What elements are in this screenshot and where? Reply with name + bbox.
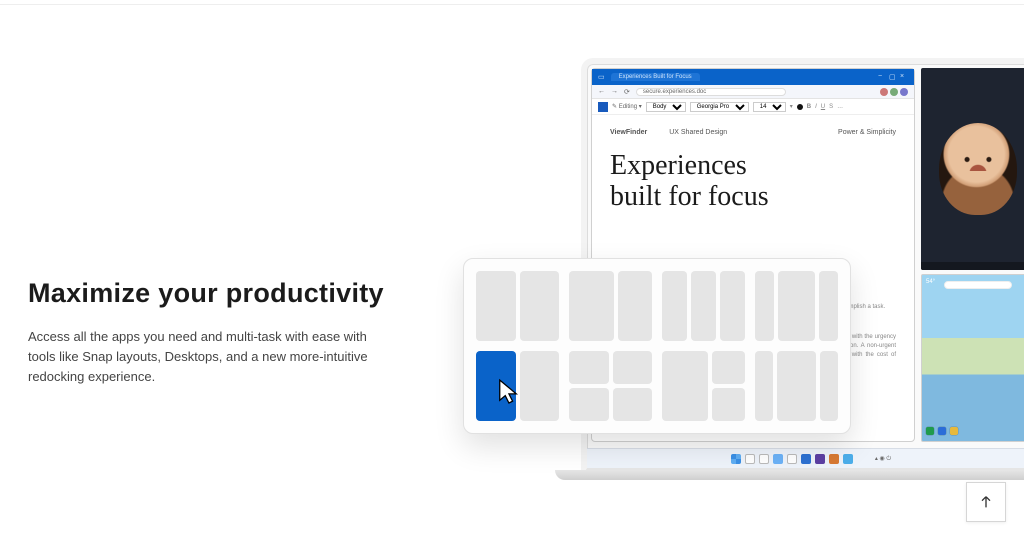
- weather-widget: 54°: [926, 279, 935, 285]
- mouse-cursor-icon: [497, 378, 519, 406]
- word-app-icon: [598, 102, 608, 112]
- more-formatting-icon[interactable]: …: [837, 104, 843, 110]
- nav-back-icon[interactable]: ←: [598, 88, 605, 95]
- browser-tab[interactable]: Experiences Built for Focus: [611, 73, 700, 81]
- video-participant: [939, 123, 1017, 215]
- taskbar: ▴ ◉ ⏻: [587, 448, 1024, 468]
- file-explorer-icon[interactable]: [787, 454, 797, 464]
- word-taskbar-icon[interactable]: [801, 454, 811, 464]
- snap-layout-option[interactable]: [569, 271, 652, 341]
- desktop-search: [944, 281, 1011, 289]
- snap-layout-option[interactable]: [662, 271, 745, 341]
- font-size-select[interactable]: 14: [753, 102, 786, 112]
- snap-layout-option[interactable]: [755, 351, 838, 421]
- doc-heading: Experiences built for focus: [610, 150, 896, 213]
- font-name-select[interactable]: Georgia Pro: [690, 102, 749, 112]
- laptop-base: [555, 470, 1024, 480]
- nav-forward-icon[interactable]: →: [611, 88, 618, 95]
- app-icon: ▭: [598, 73, 605, 81]
- underline-icon[interactable]: U: [821, 104, 825, 110]
- desktop-shortcut-icons: [926, 427, 958, 435]
- back-to-top-button[interactable]: [966, 482, 1006, 522]
- snap-layouts-flyout: [463, 258, 851, 434]
- snap-layout-option[interactable]: [476, 271, 559, 341]
- nav-refresh-icon[interactable]: ⟳: [624, 88, 630, 96]
- edge-taskbar-icon[interactable]: [843, 454, 853, 464]
- snap-layout-option[interactable]: [755, 271, 838, 341]
- presence-avatars: [880, 88, 908, 96]
- arrow-up-icon: [978, 494, 994, 510]
- color-swatch-icon[interactable]: [797, 104, 803, 110]
- browser-address-bar: ← → ⟳ secure.experiences.doc: [592, 85, 914, 99]
- font-family-select[interactable]: Body: [646, 102, 686, 112]
- hero-title: Maximize your productivity: [28, 278, 388, 309]
- strike-icon[interactable]: S: [829, 104, 833, 110]
- window-maximize-icon[interactable]: ▢: [889, 73, 897, 81]
- document-toolbar: ✎ Editing ▾ Body Georgia Pro 14 ▾ B I U …: [592, 99, 914, 115]
- doc-brand: ViewFinder: [610, 129, 647, 136]
- taskbar-search-icon[interactable]: [745, 454, 755, 464]
- doc-project: UX Shared Design: [669, 129, 727, 136]
- taskbar-app-icon[interactable]: [829, 454, 839, 464]
- doc-tag: Power & Simplicity: [838, 129, 896, 136]
- desktop-preview-window: 54°: [921, 274, 1024, 442]
- taskbar-app-icon[interactable]: [773, 454, 783, 464]
- task-view-icon[interactable]: [759, 454, 769, 464]
- system-tray[interactable]: ▴ ◉ ⏻: [875, 455, 891, 463]
- hero-body: Access all the apps you need and multi-t…: [28, 327, 388, 387]
- start-icon[interactable]: [731, 454, 741, 464]
- divider-icon: ▾: [790, 103, 793, 110]
- italic-icon[interactable]: I: [815, 104, 817, 110]
- url-field[interactable]: secure.experiences.doc: [636, 88, 786, 96]
- editing-mode[interactable]: ✎ Editing ▾: [612, 103, 642, 110]
- video-call-window: [921, 68, 1024, 270]
- snap-layout-option[interactable]: [569, 351, 652, 421]
- teams-taskbar-icon[interactable]: [815, 454, 825, 464]
- window-close-icon[interactable]: ×: [900, 73, 908, 81]
- bold-icon[interactable]: B: [807, 104, 811, 110]
- window-titlebar: ▭ Experiences Built for Focus − ▢ ×: [592, 69, 914, 85]
- hero-text: Maximize your productivity Access all th…: [28, 278, 388, 387]
- snap-layout-option[interactable]: [662, 351, 745, 421]
- window-minimize-icon[interactable]: −: [878, 73, 886, 81]
